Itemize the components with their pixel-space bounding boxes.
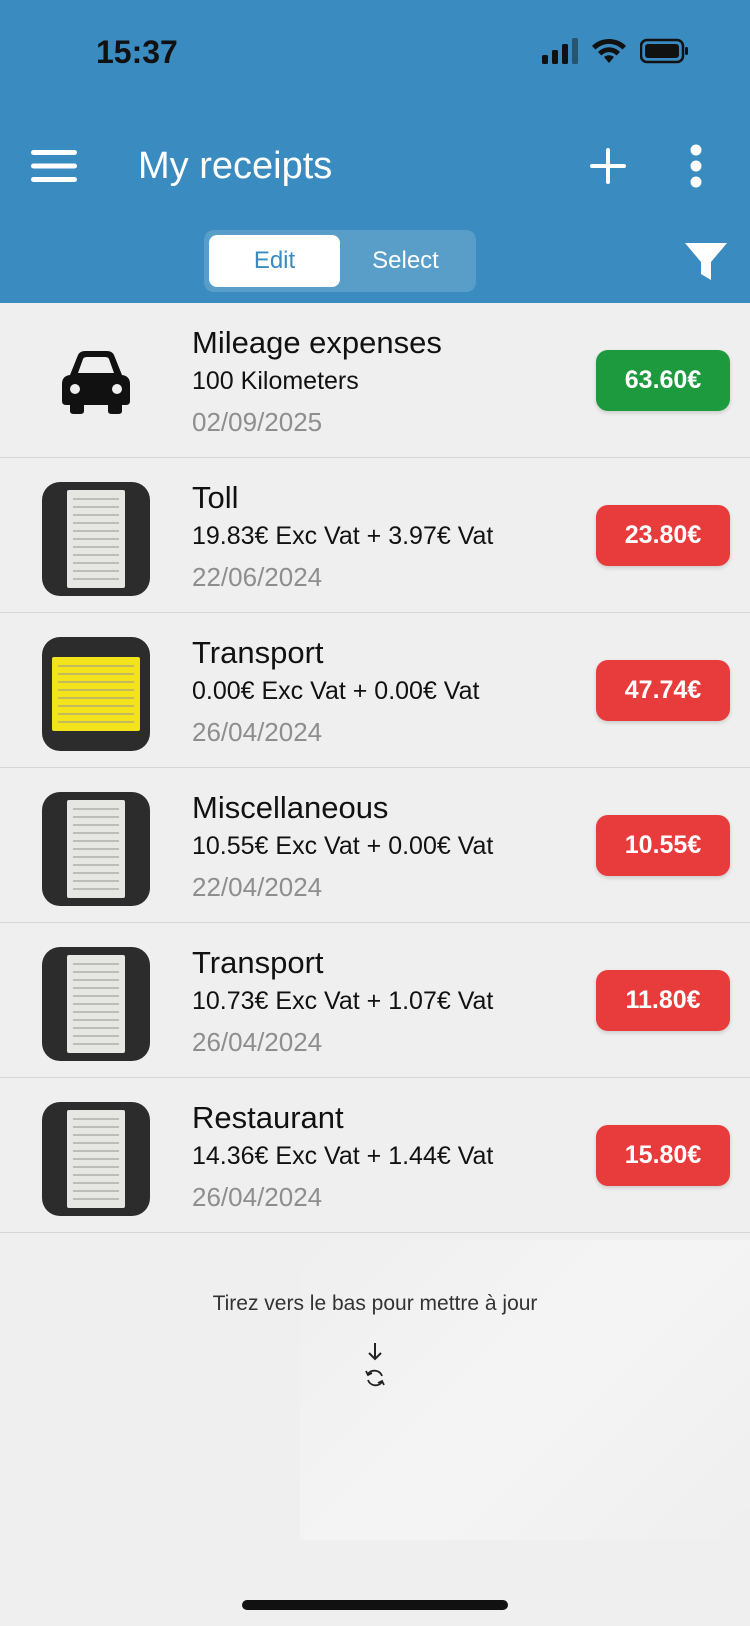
receipt-date: 26/04/2024	[192, 1182, 323, 1212]
receipt-date: 22/04/2024	[192, 872, 323, 902]
receipt-row[interactable]: Transport 10.73€ Exc Vat + 1.07€ Vat 26/…	[0, 923, 750, 1078]
receipt-date: 02/09/2025	[192, 407, 323, 437]
status-time: 15:37	[96, 34, 178, 70]
receipt-amount-badge: 11.80€	[596, 970, 730, 1031]
app-header: 15:37 My receipts Edit Select	[0, 0, 750, 303]
receipt-detail: 19.83€ Exc Vat + 3.97€ Vat	[192, 522, 494, 550]
filter-button[interactable]	[680, 236, 732, 288]
wifi-icon	[592, 38, 626, 63]
home-indicator[interactable]	[242, 1600, 508, 1610]
receipt-row[interactable]: Restaurant 14.36€ Exc Vat + 1.44€ Vat 26…	[0, 1078, 750, 1233]
receipt-amount-badge: 47.74€	[596, 660, 730, 721]
receipt-paper-image	[67, 490, 125, 588]
receipt-title: Miscellaneous	[192, 790, 389, 825]
page-title: My receipts	[138, 145, 333, 187]
receipt-detail: 14.36€ Exc Vat + 1.44€ Vat	[192, 1142, 494, 1170]
receipt-thumbnail	[42, 792, 150, 906]
receipt-row[interactable]: Miscellaneous 10.55€ Exc Vat + 0.00€ Vat…	[0, 768, 750, 923]
receipt-title: Toll	[192, 480, 239, 515]
receipt-detail: 100 Kilometers	[192, 367, 359, 395]
receipt-detail: 10.73€ Exc Vat + 1.07€ Vat	[192, 987, 494, 1015]
hamburger-menu-icon	[31, 150, 77, 182]
receipt-title: Transport	[192, 945, 324, 980]
receipt-list: Mileage expenses 100 Kilometers 02/09/20…	[0, 303, 750, 1233]
receipt-row[interactable]: Mileage expenses 100 Kilometers 02/09/20…	[0, 303, 750, 458]
background-decoration	[300, 1240, 750, 1540]
cellular-signal-icon	[542, 38, 578, 64]
refresh-icon	[365, 1369, 385, 1387]
vertical-dots-icon	[690, 144, 702, 188]
receipt-date: 26/04/2024	[192, 1027, 323, 1057]
plus-icon	[590, 148, 626, 184]
filter-funnel-icon	[685, 243, 727, 280]
receipt-amount-badge: 15.80€	[596, 1125, 730, 1186]
receipt-amount-badge: 63.60€	[596, 350, 730, 411]
more-options-button[interactable]	[680, 138, 712, 194]
status-icons	[542, 38, 690, 64]
receipt-title: Mileage expenses	[192, 325, 442, 360]
receipt-row[interactable]: Toll 19.83€ Exc Vat + 3.97€ Vat 22/06/20…	[0, 458, 750, 613]
receipt-amount-badge: 10.55€	[596, 815, 730, 876]
receipt-date: 22/06/2024	[192, 562, 323, 592]
receipt-title: Restaurant	[192, 1100, 344, 1135]
receipt-detail: 10.55€ Exc Vat + 0.00€ Vat	[192, 832, 494, 860]
arrow-down-icon	[368, 1343, 382, 1361]
receipt-thumbnail	[42, 947, 150, 1061]
receipt-thumbnail	[42, 482, 150, 596]
receipt-row[interactable]: Transport 0.00€ Exc Vat + 0.00€ Vat 26/0…	[0, 613, 750, 768]
segment-edit[interactable]: Edit	[209, 235, 340, 287]
receipt-paper-image	[67, 1110, 125, 1208]
receipt-amount-badge: 23.80€	[596, 505, 730, 566]
receipt-thumbnail	[42, 1102, 150, 1216]
receipt-paper-image	[52, 657, 140, 731]
receipt-paper-image	[67, 800, 125, 898]
battery-icon	[640, 38, 688, 64]
car-icon	[62, 351, 130, 414]
menu-button[interactable]	[28, 142, 80, 190]
receipt-paper-image	[67, 955, 125, 1053]
receipt-title: Transport	[192, 635, 324, 670]
receipt-thumbnail	[42, 637, 150, 751]
segment-select[interactable]: Select	[340, 235, 471, 287]
receipt-detail: 0.00€ Exc Vat + 0.00€ Vat	[192, 677, 480, 705]
add-receipt-button[interactable]	[584, 138, 632, 194]
receipt-date: 26/04/2024	[192, 717, 323, 747]
pull-to-refresh-hint: Tirez vers le bas pour mettre à jour	[212, 1292, 538, 1315]
mode-segmented-control: Edit Select	[204, 230, 476, 292]
